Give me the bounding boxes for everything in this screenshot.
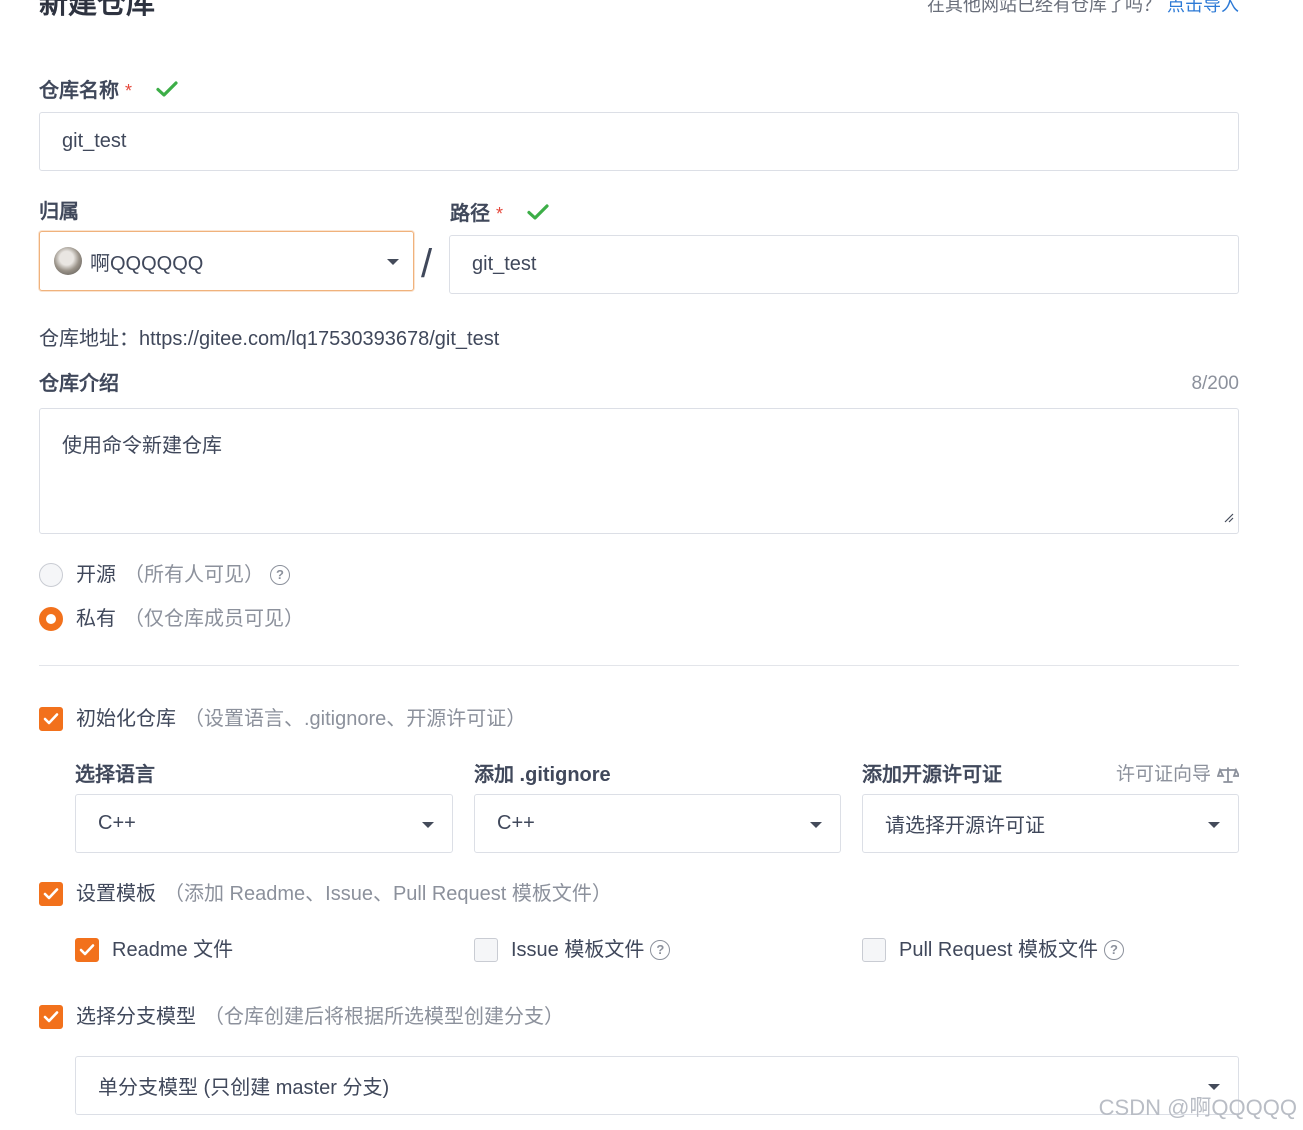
- readme-checkbox-row[interactable]: Readme 文件: [75, 938, 233, 962]
- owner-label: 归属: [39, 201, 79, 223]
- init-repo-checkbox[interactable]: [39, 707, 63, 731]
- templates-checkbox[interactable]: [39, 882, 63, 906]
- import-hint-text: 在其他网站已经有仓库了吗？: [927, 0, 1161, 15]
- branch-model-checkbox-row[interactable]: 选择分支模型 （仓库创建后将根据所选模型创建分支）: [39, 1005, 564, 1029]
- description-label: 仓库介绍: [39, 373, 119, 395]
- owner-select[interactable]: 啊QQQQQQ: [39, 231, 414, 291]
- visibility-open-hint: （所有人可见）: [124, 564, 264, 586]
- description-value: 使用命令新建仓库: [62, 435, 222, 457]
- visibility-open-option[interactable]: 开源 （所有人可见） ?: [39, 563, 290, 587]
- branch-model-label: 选择分支模型: [76, 1006, 196, 1028]
- import-hint: 在其他网站已经有仓库了吗？ 点击导入: [927, 0, 1239, 16]
- section-divider: [39, 665, 1239, 666]
- templates-label: 设置模板: [76, 883, 156, 905]
- branch-model-hint: （仓库创建后将根据所选模型创建分支）: [204, 1006, 564, 1028]
- init-repo-label: 初始化仓库: [76, 708, 176, 730]
- visibility-private-hint: （仅仓库成员可见）: [124, 608, 304, 630]
- language-value: C++: [98, 812, 136, 834]
- init-repo-checkbox-row[interactable]: 初始化仓库 （设置语言、.gitignore、开源许可证）: [39, 707, 526, 731]
- templates-hint: （添加 Readme、Issue、Pull Request 模板文件）: [164, 883, 612, 905]
- chevron-down-icon: [1208, 822, 1220, 828]
- check-icon: [155, 80, 178, 104]
- required-mark: *: [125, 81, 133, 101]
- gitignore-label: 添加 .gitignore: [474, 764, 611, 786]
- description-textarea[interactable]: 使用命令新建仓库: [39, 408, 1239, 534]
- owner-value: 啊QQQQQQ: [90, 252, 204, 275]
- templates-checkbox-row[interactable]: 设置模板 （添加 Readme、Issue、Pull Request 模板文件）: [39, 882, 612, 906]
- pr-template-checkbox-row[interactable]: Pull Request 模板文件 ?: [862, 938, 1124, 962]
- repo-address: 仓库地址：https://gitee.com/lq17530393678/git…: [39, 322, 499, 351]
- language-select[interactable]: C++: [75, 794, 453, 853]
- path-input[interactable]: git_test: [449, 235, 1239, 294]
- avatar: [54, 247, 82, 275]
- issue-template-checkbox[interactable]: [474, 938, 498, 962]
- watermark: CSDN @啊QQQQQ: [1098, 1095, 1297, 1120]
- repo-name-label-text: 仓库名称: [39, 80, 119, 102]
- visibility-private-option[interactable]: 私有 （仅仓库成员可见）: [39, 607, 304, 631]
- gitignore-select[interactable]: C++: [474, 794, 841, 853]
- path-label-text: 路径: [450, 203, 490, 225]
- visibility-private-radio[interactable]: [39, 607, 63, 631]
- license-select[interactable]: 请选择开源许可证: [862, 794, 1239, 853]
- repo-name-label: 仓库名称 *: [39, 79, 178, 104]
- issue-template-checkbox-row[interactable]: Issue 模板文件 ?: [474, 938, 671, 962]
- pr-template-checkbox[interactable]: [862, 938, 886, 962]
- chevron-down-icon: [387, 259, 399, 265]
- repo-name-input[interactable]: git_test: [39, 112, 1239, 171]
- question-circle-icon[interactable]: ?: [650, 940, 671, 960]
- path-label: 路径 *: [450, 202, 549, 227]
- branch-model-select[interactable]: 单分支模型 (只创建 master 分支): [75, 1056, 1239, 1115]
- license-label: 添加开源许可证: [862, 764, 1002, 786]
- gitignore-value: C++: [497, 812, 535, 834]
- scale-icon: [1217, 766, 1239, 784]
- branch-model-value: 单分支模型 (只创建 master 分支): [98, 1077, 390, 1099]
- page-title: 新建仓库: [39, 0, 156, 20]
- import-link[interactable]: 点击导入: [1167, 0, 1239, 15]
- readme-label: Readme 文件: [112, 939, 234, 961]
- repo-address-label: 仓库地址：: [39, 328, 139, 350]
- check-icon: [526, 203, 549, 227]
- license-wizard-link[interactable]: 许可证向导: [1116, 763, 1239, 787]
- repo-address-value: https://gitee.com/lq17530393678/git_test: [139, 328, 500, 350]
- branch-model-checkbox[interactable]: [39, 1005, 63, 1029]
- license-wizard-text: 许可证向导: [1115, 764, 1211, 785]
- readme-checkbox[interactable]: [75, 938, 99, 962]
- required-mark: *: [496, 204, 504, 224]
- repo-name-value: git_test: [62, 130, 127, 152]
- init-repo-hint: （设置语言、.gitignore、开源许可证）: [184, 708, 527, 730]
- resize-grip-icon[interactable]: [1222, 506, 1234, 529]
- path-value: git_test: [472, 253, 537, 275]
- pr-template-label: Pull Request 模板文件: [899, 939, 1098, 961]
- visibility-open-radio[interactable]: [39, 563, 63, 587]
- chevron-down-icon: [810, 822, 822, 828]
- issue-template-label: Issue 模板文件: [511, 939, 645, 961]
- question-circle-icon[interactable]: ?: [1103, 940, 1124, 960]
- license-value: 请选择开源许可证: [885, 815, 1045, 837]
- visibility-private-label: 私有: [76, 608, 116, 630]
- description-counter: 8/200: [1191, 373, 1239, 394]
- visibility-open-label: 开源: [76, 564, 116, 586]
- chevron-down-icon: [422, 822, 434, 828]
- path-separator: /: [421, 242, 433, 286]
- language-label: 选择语言: [75, 764, 155, 786]
- question-circle-icon[interactable]: ?: [270, 565, 290, 585]
